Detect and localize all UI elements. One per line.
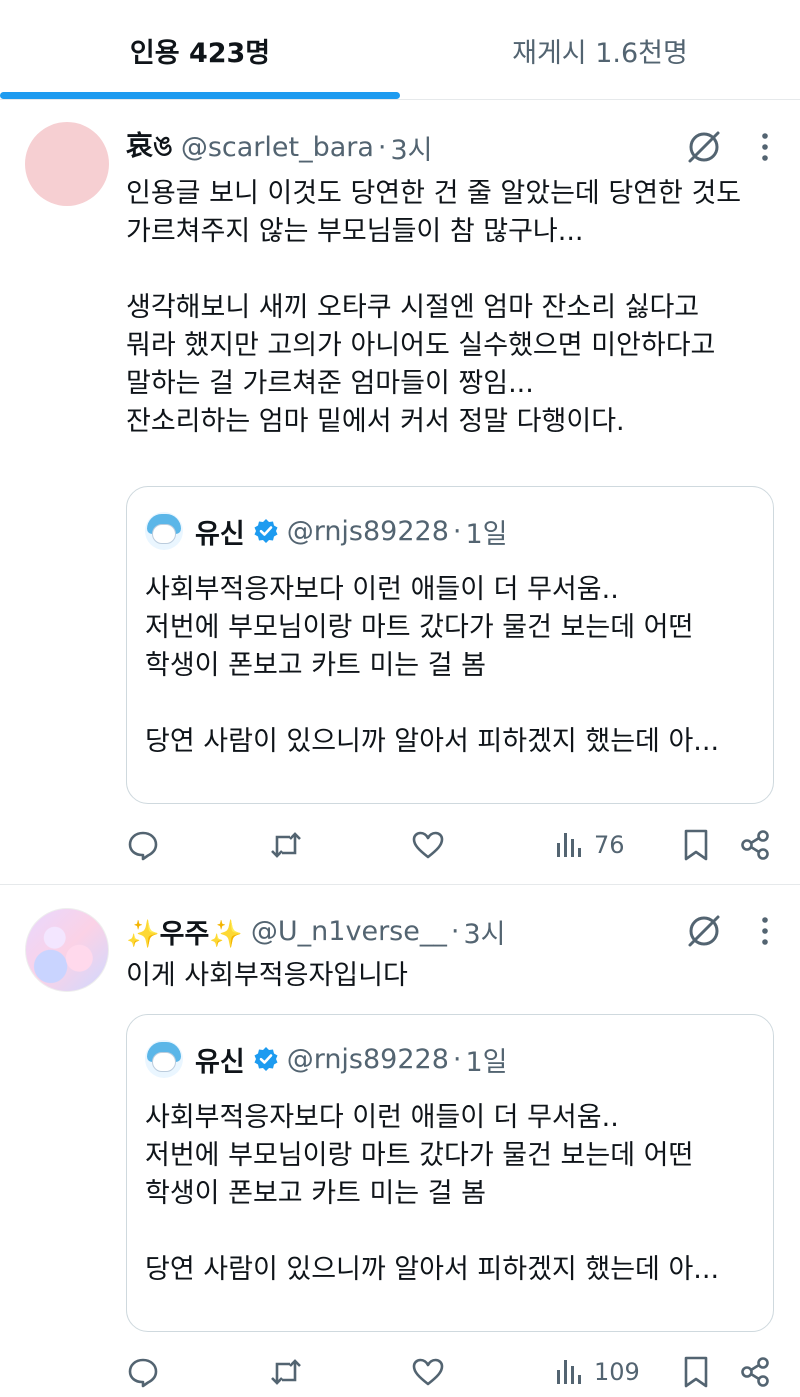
avatar[interactable]: [25, 908, 109, 992]
quoted-author-handle: @rnjs89228: [286, 1043, 449, 1075]
more-icon[interactable]: [760, 132, 770, 162]
quoted-post[interactable]: 유신 @rnjs89228 · 1일 사회부적응자보다 이런 애들이 더 무서움…: [126, 1014, 774, 1332]
views-button[interactable]: 76: [554, 825, 625, 865]
quoted-avatar: [145, 1040, 183, 1078]
separator-dot: ·: [452, 1043, 462, 1075]
quote-tabs: 인용 423명 재게시 1.6천명: [0, 0, 800, 100]
quote-post[interactable]: ✨우주✨ @U_n1verse__ · 3시 이게 사회부적응자입니다 유신 @…: [0, 886, 800, 1397]
post-header-actions: [686, 911, 770, 951]
views-icon: [557, 833, 581, 857]
author-name[interactable]: 哀ঙ: [126, 124, 173, 171]
repost-icon: [271, 1359, 301, 1385]
like-icon: [412, 831, 444, 859]
tab-reposts[interactable]: 재게시 1.6천명: [400, 0, 800, 100]
repost-button[interactable]: [268, 1352, 304, 1392]
quoted-author-handle: @rnjs89228: [286, 515, 449, 547]
quote-post[interactable]: 哀ঙ @scarlet_bara · 3시 인용글 보니 이것도 당연한 건 줄…: [0, 100, 800, 885]
post-actions: 76: [126, 825, 774, 865]
quoted-author-name: 유신: [195, 518, 245, 550]
avatar[interactable]: [25, 122, 109, 206]
repost-button[interactable]: [268, 825, 304, 865]
author-name[interactable]: ✨우주✨: [126, 912, 243, 951]
more-icon[interactable]: [760, 916, 770, 946]
author-handle[interactable]: @scarlet_bara: [181, 132, 374, 163]
reply-icon: [128, 1358, 158, 1388]
bookmark-icon: [684, 829, 708, 861]
post-text: 이게 사회부적응자입니다: [126, 960, 408, 991]
reply-button[interactable]: [126, 1352, 160, 1392]
separator-dot: ·: [452, 515, 462, 547]
like-button[interactable]: [411, 1352, 445, 1392]
post-header: 哀ঙ @scarlet_bara · 3시: [126, 127, 770, 167]
repost-icon: [271, 832, 301, 858]
share-icon: [741, 1357, 769, 1387]
post-header: ✨우주✨ @U_n1verse__ · 3시: [126, 911, 770, 951]
post-text: 인용글 보니 이것도 당연한 건 줄 알았는데 당연한 것도 가르쳐주지 않는 …: [126, 178, 742, 437]
views-icon: [557, 1360, 581, 1384]
like-icon: [412, 1358, 444, 1386]
post-header-actions: [686, 127, 770, 167]
bookmark-button[interactable]: [682, 1352, 710, 1392]
share-button[interactable]: [738, 1352, 772, 1392]
quoted-post-time: 1일: [465, 518, 508, 550]
like-button[interactable]: [411, 825, 445, 865]
verified-badge-icon: [253, 518, 279, 544]
verified-badge-icon: [253, 1046, 279, 1072]
grok-icon[interactable]: [686, 129, 722, 165]
bookmark-icon: [684, 1356, 708, 1388]
reply-icon: [128, 831, 158, 861]
quoted-post-text: 사회부적응자보다 이런 애들이 더 무서움.. 저번에 부모님이랑 마트 갔다가…: [145, 1102, 720, 1285]
views-count: 109: [594, 1358, 640, 1386]
tab-quotes[interactable]: 인용 423명: [0, 0, 400, 100]
grok-icon[interactable]: [686, 913, 722, 949]
quoted-author-name: 유신: [195, 1046, 245, 1078]
quoted-post-text: 사회부적응자보다 이런 애들이 더 무서움.. 저번에 부모님이랑 마트 갔다가…: [145, 574, 720, 757]
active-tab-indicator: [0, 92, 400, 99]
post-time[interactable]: 3시: [391, 128, 433, 167]
share-button[interactable]: [738, 825, 772, 865]
bookmark-button[interactable]: [682, 825, 710, 865]
separator-dot: ·: [377, 131, 387, 163]
reply-button[interactable]: [126, 825, 160, 865]
author-handle[interactable]: @U_n1verse__: [251, 916, 447, 947]
separator-dot: ·: [450, 915, 460, 947]
quoted-post-header: 유신 @rnjs89228 · 1일: [145, 1039, 508, 1079]
quoted-post[interactable]: 유신 @rnjs89228 · 1일 사회부적응자보다 이런 애들이 더 무서움…: [126, 486, 774, 804]
quoted-post-header: 유신 @rnjs89228 · 1일: [145, 511, 508, 551]
views-count: 76: [594, 831, 625, 859]
post-actions: 109: [126, 1352, 774, 1392]
quoted-post-time: 1일: [465, 1046, 508, 1078]
post-time[interactable]: 3시: [463, 912, 505, 951]
quoted-avatar: [145, 512, 183, 550]
views-button[interactable]: 109: [554, 1352, 640, 1392]
share-icon: [741, 830, 769, 860]
